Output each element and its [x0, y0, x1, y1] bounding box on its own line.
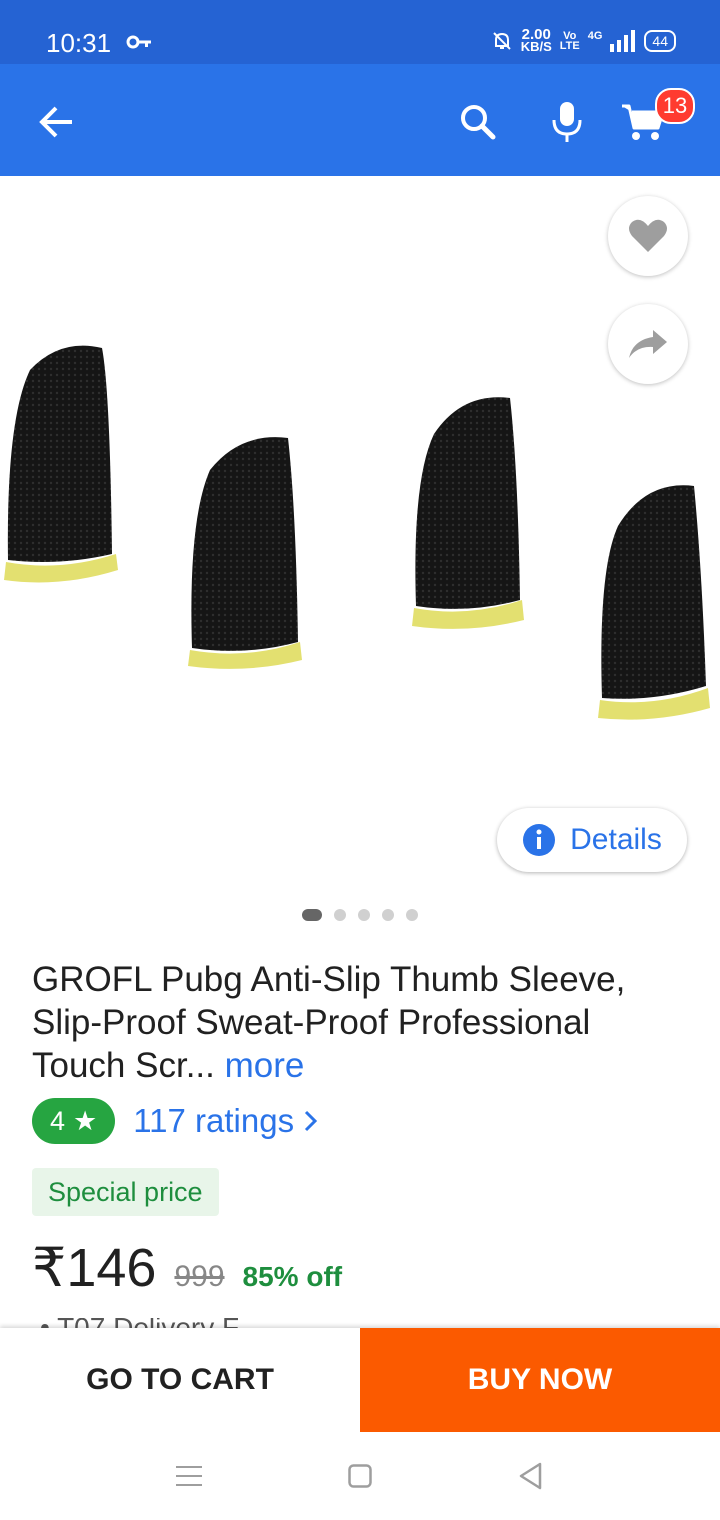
system-nav-bar [0, 1432, 720, 1520]
ratings-link[interactable]: 117 ratings [133, 1102, 318, 1140]
volte-indicator: Vo LTE [559, 31, 580, 52]
net-speed-unit: KB/S [520, 39, 552, 54]
share-icon [629, 330, 667, 358]
network-type: 4G [587, 30, 603, 42]
signal-icon [610, 30, 636, 52]
carousel-dot[interactable] [406, 909, 418, 921]
search-icon[interactable] [456, 100, 500, 144]
chevron-right-icon [305, 1110, 318, 1132]
bell-off-icon [492, 32, 511, 50]
carousel-indicator [302, 909, 418, 921]
product-image[interactable] [0, 330, 720, 750]
rating-row: 4 ★ 117 ratings [32, 1098, 318, 1144]
price-row: ₹146 999 85% off [32, 1236, 342, 1299]
more-link[interactable]: more [225, 1046, 305, 1085]
app-bar [0, 64, 720, 176]
menu-icon[interactable] [176, 1464, 202, 1488]
share-button[interactable] [608, 304, 688, 384]
bottom-action-bar: GO TO CART BUY NOW [0, 1328, 720, 1432]
selling-price: ₹146 [32, 1238, 157, 1298]
back-icon[interactable] [518, 1462, 544, 1490]
star-icon: ★ [73, 1106, 98, 1136]
status-bar: 10:31 2.00 KB/S Vo LTE 4G 44 [0, 0, 720, 64]
info-icon [523, 824, 556, 856]
rating-value: 4 [50, 1106, 66, 1136]
product-title-text: GROFL Pubg Anti-Slip Thumb Sleeve, Slip-… [32, 960, 626, 1085]
status-indicators: 2.00 KB/S Vo LTE 4G 44 [491, 26, 676, 56]
home-icon[interactable] [348, 1464, 372, 1488]
mic-icon[interactable] [545, 98, 589, 146]
network-speed: 2.00 KB/S [520, 27, 552, 54]
carousel-dot[interactable] [358, 909, 370, 921]
carousel-dot[interactable] [334, 909, 346, 921]
details-button[interactable]: Details [497, 808, 687, 872]
back-arrow-icon[interactable] [34, 100, 78, 144]
product-title: GROFL Pubg Anti-Slip Thumb Sleeve, Slip-… [32, 958, 672, 1087]
key-icon [126, 35, 151, 49]
wishlist-button[interactable] [608, 196, 688, 276]
status-time: 10:31 [46, 28, 112, 58]
special-price-badge: Special price [32, 1168, 219, 1216]
battery-indicator: 44 [644, 30, 676, 52]
cart-count-badge: 13 [655, 88, 695, 124]
details-label: Details [570, 823, 662, 856]
carousel-dot-active[interactable] [302, 909, 322, 921]
buy-now-button[interactable]: BUY NOW [360, 1328, 720, 1432]
heart-icon [629, 219, 667, 252]
rating-badge[interactable]: 4 ★ [32, 1098, 116, 1144]
volte-bottom: LTE [559, 40, 580, 52]
go-to-cart-button[interactable]: GO TO CART [0, 1328, 360, 1432]
carousel-dot[interactable] [382, 909, 394, 921]
ratings-count: 117 ratings [133, 1102, 295, 1139]
discount-percent: 85% off [242, 1261, 343, 1292]
original-price: 999 [174, 1260, 225, 1293]
